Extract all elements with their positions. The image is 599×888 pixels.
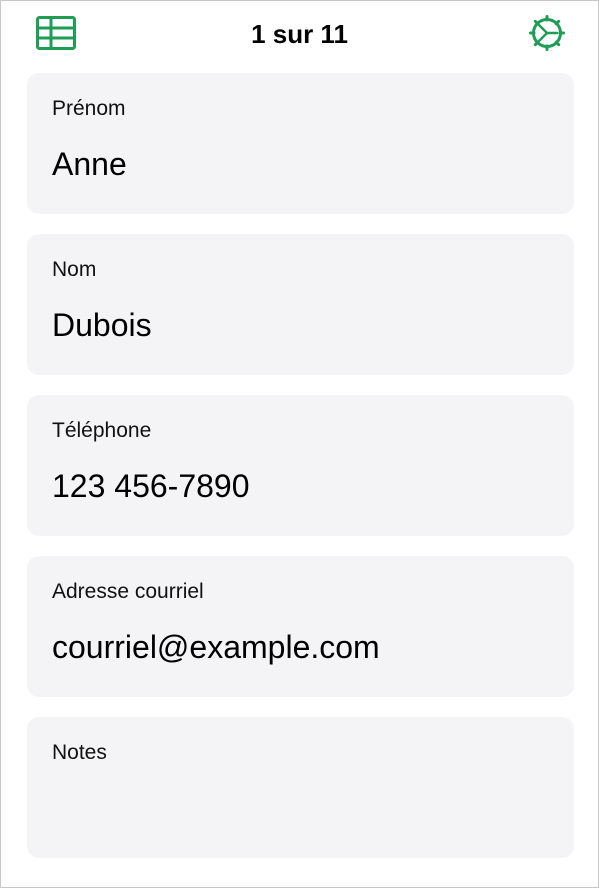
field-value[interactable]: Anne <box>52 146 549 182</box>
field-notes[interactable]: Notes <box>27 717 574 858</box>
record-position-title: 1 sur 11 <box>251 19 348 49</box>
field-first-name[interactable]: Prénom Anne <box>27 73 574 214</box>
form-screen: 1 sur 11 Prénom Anne Nom Dubois Téléphon… <box>0 0 599 888</box>
record-fields: Prénom Anne Nom Dubois Téléphone 123 456… <box>27 73 574 878</box>
field-last-name[interactable]: Nom Dubois <box>27 234 574 375</box>
field-value[interactable]: courriel@example.com <box>52 629 549 665</box>
settings-gear-icon <box>529 15 565 51</box>
field-phone[interactable]: Téléphone 123 456-7890 <box>27 395 574 536</box>
field-value[interactable]: 123 456-7890 <box>52 468 549 504</box>
settings-button[interactable] <box>527 15 567 51</box>
navigation-bar: 1 sur 11 <box>1 1 598 69</box>
field-label: Téléphone <box>52 419 152 442</box>
field-label: Adresse courriel <box>52 580 204 603</box>
field-value[interactable]: Dubois <box>52 307 549 343</box>
field-label: Prénom <box>52 97 126 120</box>
field-email[interactable]: Adresse courriel courriel@example.com <box>27 556 574 697</box>
field-label: Nom <box>52 258 97 281</box>
field-label: Notes <box>52 741 107 764</box>
